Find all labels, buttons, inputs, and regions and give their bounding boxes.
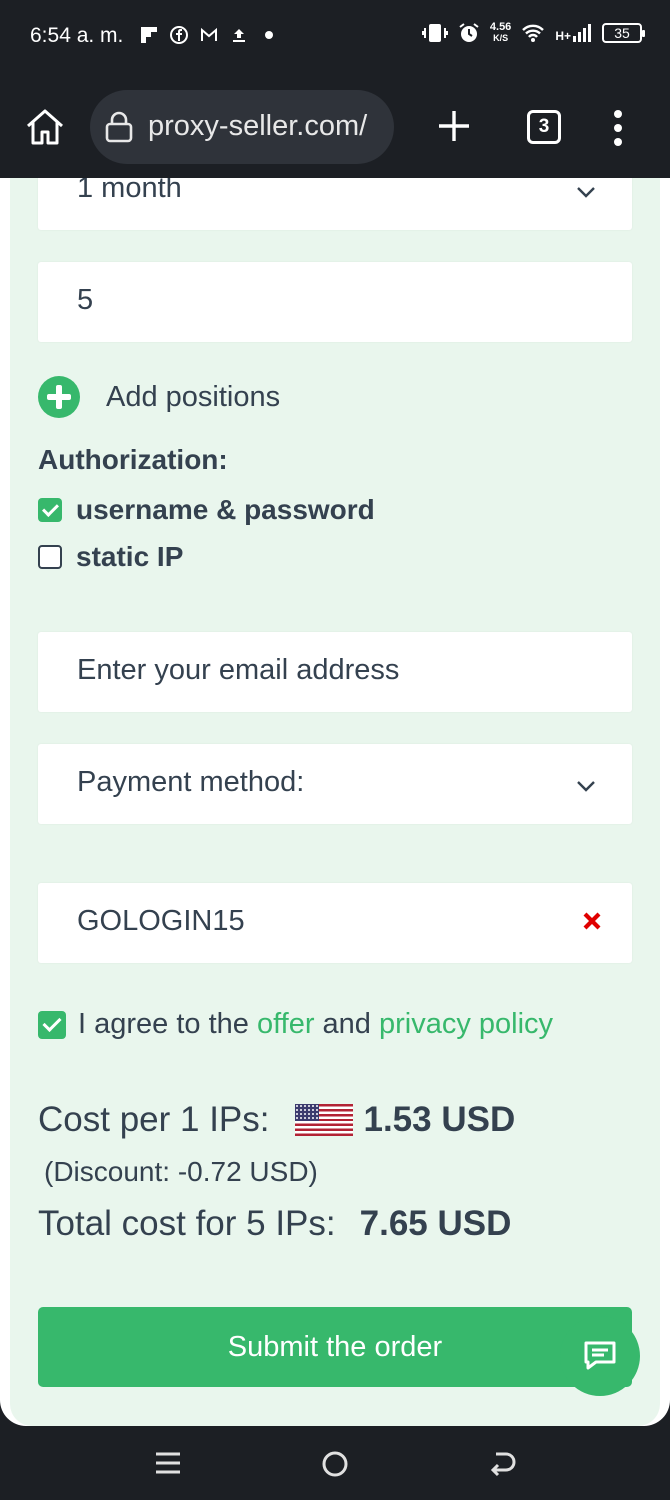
quantity-input[interactable]: 5 bbox=[38, 262, 632, 342]
system-nav-bar bbox=[0, 1426, 670, 1500]
chat-icon bbox=[584, 1341, 616, 1370]
auth-option-username-password[interactable]: username & password bbox=[38, 494, 375, 526]
close-icon[interactable] bbox=[582, 911, 602, 931]
web-page: 1 month 5 Add positions Authorization: u… bbox=[0, 178, 670, 1426]
total-cost: Total cost for 5 IPs: 7.65 USD bbox=[38, 1204, 511, 1244]
address-bar[interactable]: proxy-seller.com/ bbox=[90, 90, 394, 164]
chevron-down-icon bbox=[577, 187, 595, 198]
lock-icon bbox=[105, 111, 133, 143]
plus-icon[interactable] bbox=[436, 108, 472, 144]
chat-button[interactable] bbox=[560, 1316, 640, 1396]
dot-icon bbox=[265, 31, 273, 39]
url-text[interactable]: proxy-seller.com/ bbox=[148, 110, 367, 143]
add-circle-icon[interactable] bbox=[38, 376, 80, 418]
cost-per-ip: Cost per 1 IPs: 1.53 USD bbox=[38, 1100, 515, 1140]
cost-per-label: Cost per 1 IPs: bbox=[38, 1100, 270, 1139]
total-label: Total cost for 5 IPs: bbox=[38, 1204, 336, 1243]
discount-text: (Discount: -0.72 USD) bbox=[44, 1156, 318, 1187]
email-field[interactable]: Enter your email address bbox=[38, 632, 632, 712]
offer-link[interactable]: offer bbox=[257, 1008, 315, 1041]
auth-option-label[interactable]: static IP bbox=[76, 541, 183, 573]
agree-prefix: I agree to the bbox=[78, 1008, 249, 1040]
browser-toolbar: proxy-seller.com/ 3 bbox=[0, 78, 670, 178]
alarm-icon bbox=[459, 23, 479, 42]
us-flag-icon bbox=[295, 1104, 354, 1136]
wifi-icon bbox=[522, 24, 545, 42]
agree-checkbox[interactable] bbox=[38, 1010, 66, 1039]
auth-option-label[interactable]: username & password bbox=[76, 494, 375, 526]
home-nav-icon[interactable] bbox=[321, 1450, 349, 1478]
privacy-policy-link[interactable]: privacy policy bbox=[379, 1008, 553, 1041]
speed-value: 4.56 bbox=[489, 21, 512, 33]
add-positions-label[interactable]: Add positions bbox=[106, 381, 280, 414]
home-icon[interactable] bbox=[24, 106, 66, 148]
network-speed: 4.56 K/S bbox=[490, 22, 511, 44]
payment-placeholder: Payment method: bbox=[77, 766, 305, 798]
flipboard-icon bbox=[141, 27, 157, 43]
authorization-title: Authorization: bbox=[38, 444, 228, 475]
add-positions-button[interactable]: Add positions bbox=[38, 376, 280, 418]
auth-option-static-ip[interactable]: static IP bbox=[38, 541, 183, 573]
battery-icon: 35 bbox=[602, 23, 645, 43]
cost-per-value: 1.53 USD bbox=[363, 1100, 516, 1139]
network-type: H+ bbox=[555, 29, 571, 43]
email-placeholder: Enter your email address bbox=[77, 654, 400, 686]
period-select[interactable]: 1 month bbox=[38, 178, 632, 230]
more-vert-icon[interactable] bbox=[606, 108, 630, 148]
agree-and: and bbox=[322, 1008, 371, 1040]
gmail-icon bbox=[201, 27, 217, 41]
coupon-field[interactable]: GOLOGIN15 bbox=[38, 883, 632, 963]
total-value: 7.65 USD bbox=[359, 1204, 512, 1243]
quantity-value: 5 bbox=[77, 284, 94, 316]
back-icon[interactable] bbox=[488, 1450, 516, 1478]
chevron-down-icon bbox=[577, 781, 595, 792]
checkbox-checked[interactable] bbox=[38, 498, 62, 522]
facebook-icon bbox=[170, 26, 188, 44]
speed-unit: K/S bbox=[493, 33, 509, 43]
recent-apps-icon[interactable] bbox=[154, 1450, 182, 1476]
signal-icon bbox=[573, 24, 591, 42]
notification-icons bbox=[140, 26, 278, 44]
status-bar: 6:54 a. m. 4.56 K/S H+ 35 bbox=[0, 0, 670, 78]
payment-method-select[interactable]: Payment method: bbox=[38, 744, 632, 824]
coupon-value[interactable]: GOLOGIN15 bbox=[77, 905, 245, 938]
checkbox-unchecked[interactable] bbox=[38, 545, 62, 569]
submit-order-button[interactable]: Submit the order bbox=[38, 1307, 632, 1387]
period-value: 1 month bbox=[77, 178, 182, 204]
upload-icon bbox=[233, 29, 245, 42]
tabs-button[interactable]: 3 bbox=[527, 110, 561, 144]
vibrate-icon bbox=[421, 24, 448, 42]
status-time: 6:54 a. m. bbox=[30, 24, 124, 47]
agree-terms[interactable]: I agree to the offer and privacy policy bbox=[38, 1008, 553, 1041]
